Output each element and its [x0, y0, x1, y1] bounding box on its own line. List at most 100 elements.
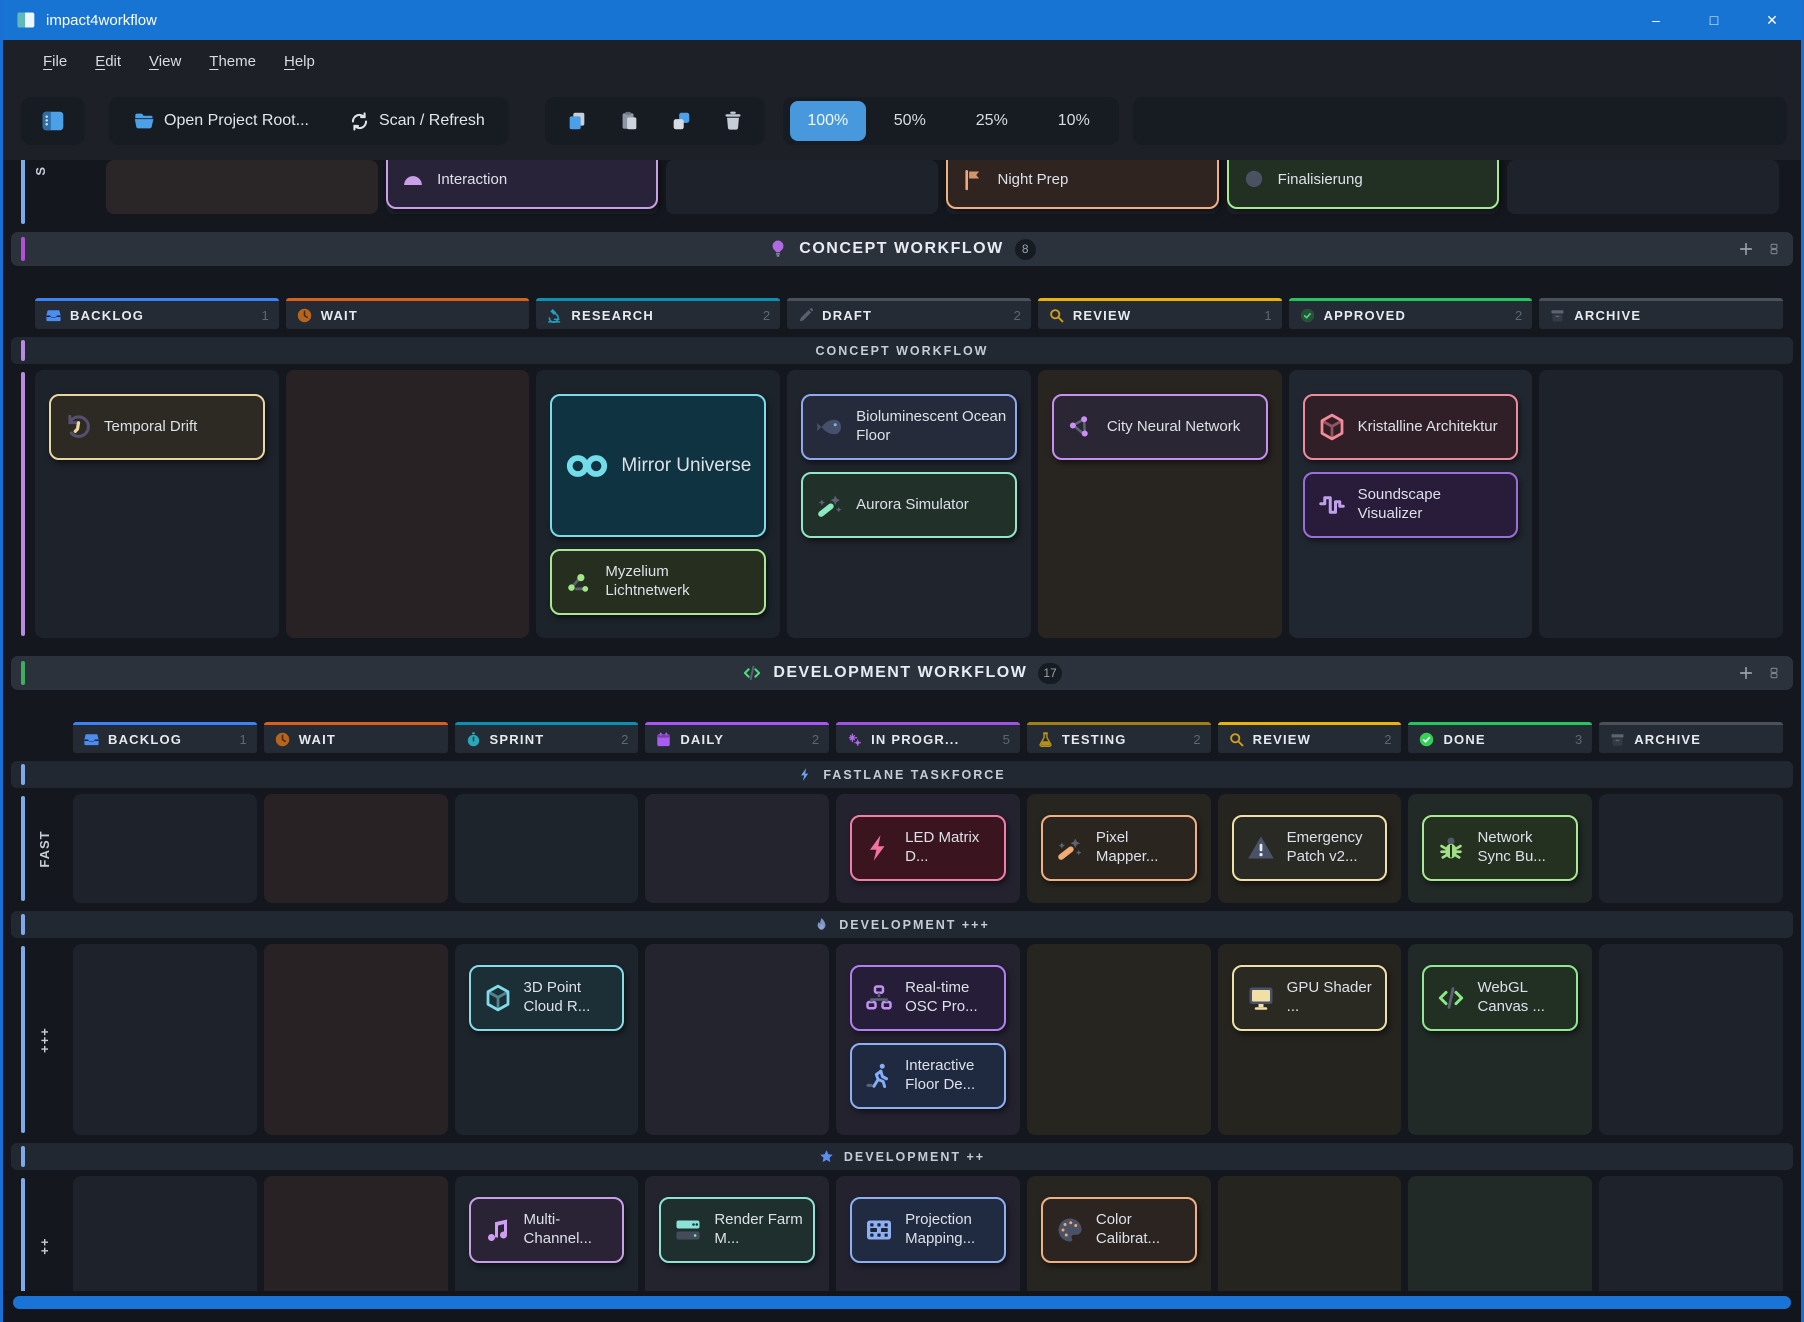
drop-zone[interactable] — [1599, 1176, 1783, 1291]
menu-theme[interactable]: Theme — [195, 47, 270, 76]
drop-zone[interactable]: WebGL Canvas ... — [1408, 944, 1592, 1135]
column-header-wait[interactable]: WAIT — [286, 298, 530, 329]
card-projection-mapping[interactable]: Projection Mapping... — [850, 1197, 1006, 1263]
horizontal-scrollbar[interactable] — [13, 1296, 1791, 1309]
card-interactive-floor-de[interactable]: Interactive Floor De... — [850, 1043, 1006, 1109]
lane-header-concept-workflow[interactable]: CONCEPT WORKFLOW — [11, 337, 1793, 364]
drop-zone[interactable]: Emergency Patch v2... — [1218, 794, 1402, 903]
drop-zone[interactable] — [264, 1176, 448, 1291]
card-bioluminescent-ocean-floor[interactable]: Bioluminescent Ocean Floor — [801, 394, 1017, 460]
drop-zone[interactable]: 3D Point Cloud R... — [455, 944, 639, 1135]
copy-button[interactable] — [551, 97, 603, 145]
drop-zone[interactable]: City Neural Network — [1038, 370, 1282, 638]
column-header-in-progr[interactable]: IN PROGR...5 — [836, 722, 1020, 753]
card-soundscape-visualizer[interactable]: Soundscape Visualizer — [1303, 472, 1519, 538]
drop-zone[interactable]: Network Sync Bu... — [1408, 794, 1592, 903]
card-multi-channel[interactable]: Multi-Channel... — [469, 1197, 625, 1263]
card-emergency-patch-v2[interactable]: Emergency Patch v2... — [1232, 815, 1388, 881]
add-card-button[interactable] — [1737, 240, 1755, 258]
drop-zone[interactable]: Night Prep — [946, 160, 1218, 214]
column-header-daily[interactable]: DAILY2 — [645, 722, 829, 753]
drop-zone[interactable] — [1599, 944, 1783, 1135]
drop-zone[interactable] — [1218, 1176, 1402, 1291]
zoom-25%[interactable]: 25% — [954, 101, 1030, 141]
drop-zone[interactable]: Render Farm M... — [645, 1176, 829, 1291]
card-city-neural-network[interactable]: City Neural Network — [1052, 394, 1268, 460]
column-header-draft[interactable]: DRAFT2 — [787, 298, 1031, 329]
drop-zone[interactable]: Projection Mapping... — [836, 1176, 1020, 1291]
drop-zone[interactable]: LED Matrix D... — [836, 794, 1020, 903]
add-card-button[interactable] — [1737, 664, 1755, 682]
collapse-section-button[interactable] — [1767, 666, 1781, 680]
drop-zone[interactable]: Color Calibrat... — [1027, 1176, 1211, 1291]
card-kristalline-architektur[interactable]: Kristalline Architektur — [1303, 394, 1519, 460]
drop-zone[interactable] — [106, 160, 378, 214]
drop-zone[interactable]: GPU Shader ... — [1218, 944, 1402, 1135]
toggle-sidebar-button[interactable] — [21, 97, 85, 145]
column-header-archive[interactable]: ARCHIVE — [1539, 298, 1783, 329]
card-webgl-canvas[interactable]: WebGL Canvas ... — [1422, 965, 1578, 1031]
card-myzelium-lichtnetwerk[interactable]: Myzelium Lichtnetwerk — [550, 549, 766, 615]
menu-help[interactable]: Help — [270, 47, 329, 76]
zoom-10%[interactable]: 10% — [1036, 101, 1112, 141]
card-real-time-osc-pro[interactable]: Real-time OSC Pro... — [850, 965, 1006, 1031]
drop-zone[interactable]: Pixel Mapper... — [1027, 794, 1211, 903]
column-header-research[interactable]: RESEARCH2 — [536, 298, 780, 329]
close-button[interactable]: ✕ — [1743, 0, 1801, 40]
column-header-wait[interactable]: WAIT — [264, 722, 448, 753]
card-interaction[interactable]: Interaction — [386, 160, 658, 209]
scan-refresh-button[interactable]: Scan / Refresh — [329, 97, 505, 145]
column-header-archive[interactable]: ARCHIVE — [1599, 722, 1783, 753]
drop-zone[interactable]: Multi-Channel... — [455, 1176, 639, 1291]
drop-zone[interactable] — [1539, 370, 1783, 638]
drop-zone[interactable]: Finalisierung — [1227, 160, 1499, 214]
drop-zone[interactable]: Kristalline Architektur Soundscape Visual… — [1289, 370, 1533, 638]
maximize-button[interactable]: □ — [1685, 0, 1743, 40]
paste-button[interactable] — [603, 97, 655, 145]
card-network-sync-bu[interactable]: Network Sync Bu... — [1422, 815, 1578, 881]
drop-zone[interactable] — [455, 794, 639, 903]
lane-header-development[interactable]: DEVELOPMENT +++ — [11, 911, 1793, 938]
drop-zone[interactable] — [286, 370, 530, 638]
column-header-backlog[interactable]: BACKLOG1 — [73, 722, 257, 753]
card-gpu-shader[interactable]: GPU Shader ... — [1232, 965, 1388, 1031]
card-temporal-drift[interactable]: Temporal Drift — [49, 394, 265, 460]
column-header-backlog[interactable]: BACKLOG1 — [35, 298, 279, 329]
drop-zone[interactable]: Real-time OSC Pro... Interactive Floor De… — [836, 944, 1020, 1135]
drop-zone[interactable]: Interaction — [386, 160, 658, 214]
column-header-done[interactable]: DONE3 — [1408, 722, 1592, 753]
drop-zone[interactable]: Bioluminescent Ocean Floor Aurora Simulat… — [787, 370, 1031, 638]
card-3d-point-cloud-r[interactable]: 3D Point Cloud R... — [469, 965, 625, 1031]
drop-zone[interactable] — [645, 794, 829, 903]
drop-zone[interactable]: Temporal Drift — [35, 370, 279, 638]
trash-button[interactable] — [707, 97, 759, 145]
menu-file[interactable]: File — [29, 47, 81, 76]
card-led-matrix-d[interactable]: LED Matrix D... — [850, 815, 1006, 881]
card-render-farm-m[interactable]: Render Farm M... — [659, 1197, 815, 1263]
column-header-approved[interactable]: APPROVED2 — [1289, 298, 1533, 329]
lane-header-fastlane-taskforce[interactable]: FASTLANE TASKFORCE — [11, 761, 1793, 788]
drop-zone[interactable] — [1507, 160, 1779, 214]
open-project-button[interactable]: Open Project Root... — [113, 97, 329, 145]
lane-header-development[interactable]: DEVELOPMENT ++ — [11, 1143, 1793, 1170]
drop-zone[interactable] — [1408, 1176, 1592, 1291]
card-aurora-simulator[interactable]: Aurora Simulator — [801, 472, 1017, 538]
drop-zone[interactable] — [264, 944, 448, 1135]
drop-zone[interactable]: Mirror UniverseMyzelium Lichtnetwerk — [536, 370, 780, 638]
drop-zone[interactable] — [73, 944, 257, 1135]
column-header-review[interactable]: REVIEW2 — [1218, 722, 1402, 753]
duplicate-button[interactable] — [655, 97, 707, 145]
drop-zone[interactable] — [264, 794, 448, 903]
drop-zone[interactable] — [666, 160, 938, 214]
drop-zone[interactable] — [73, 1176, 257, 1291]
drop-zone[interactable] — [1599, 794, 1783, 903]
card-night-prep[interactable]: Night Prep — [946, 160, 1218, 209]
card-finalisierung[interactable]: Finalisierung — [1227, 160, 1499, 209]
collapse-section-button[interactable] — [1767, 242, 1781, 256]
menu-edit[interactable]: Edit — [81, 47, 135, 76]
zoom-50%[interactable]: 50% — [872, 101, 948, 141]
drop-zone[interactable] — [1027, 944, 1211, 1135]
zoom-100%[interactable]: 100% — [790, 101, 866, 141]
menu-view[interactable]: View — [135, 47, 195, 76]
drop-zone[interactable] — [645, 944, 829, 1135]
